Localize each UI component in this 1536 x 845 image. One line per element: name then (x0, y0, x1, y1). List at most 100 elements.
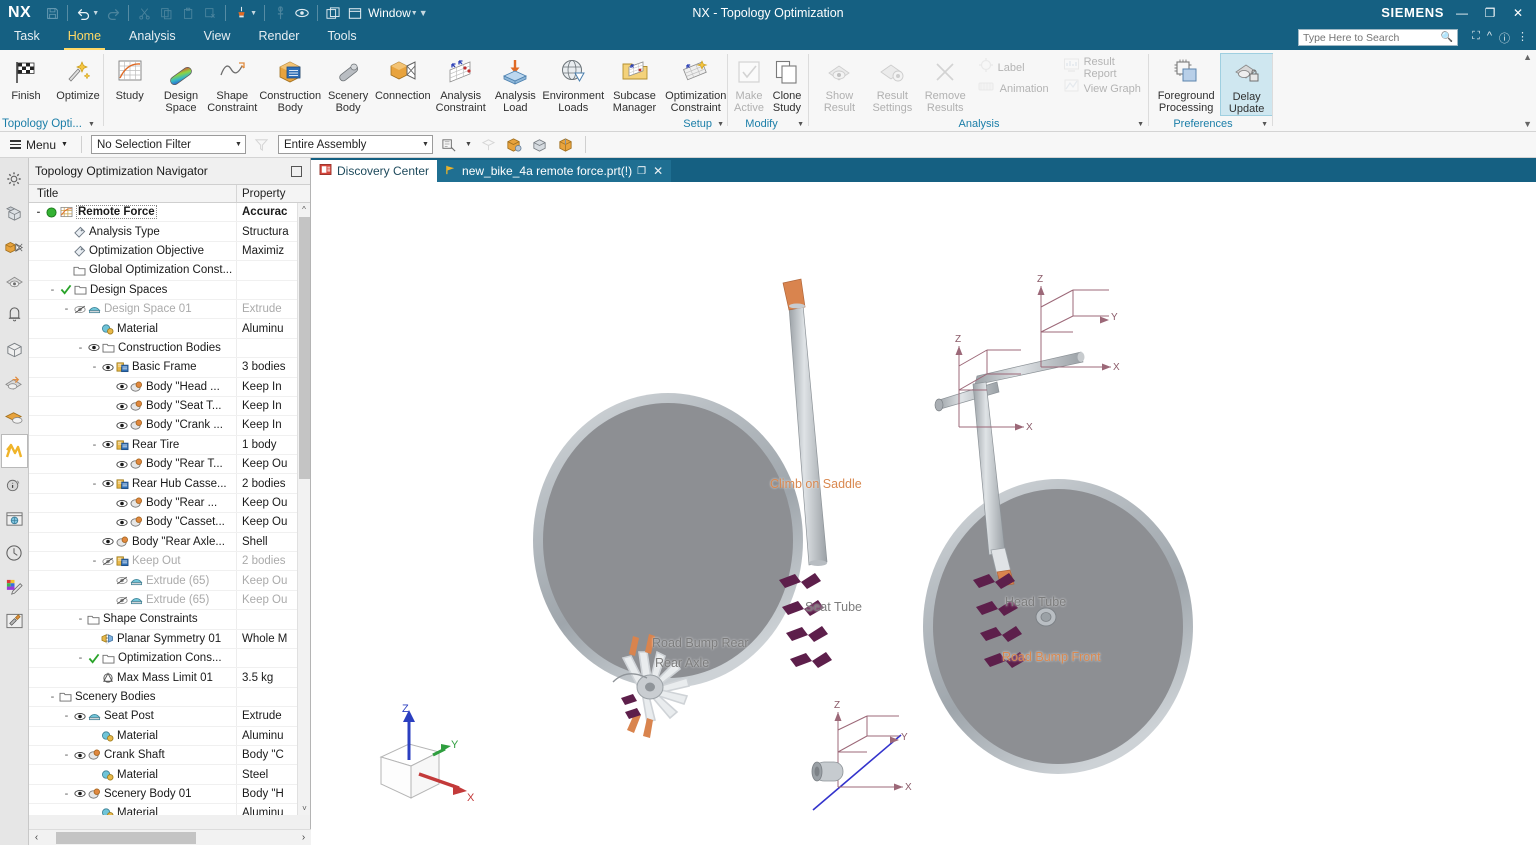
connection-button[interactable]: Connection (374, 53, 432, 102)
customize-tools-icon[interactable] (1, 604, 28, 638)
window-menu-label[interactable]: Window (366, 6, 413, 20)
remove-results-button[interactable]: Remove Results (919, 53, 972, 114)
table-row[interactable]: -Remote ForceAccurac (29, 203, 310, 222)
tree-item-title-cell[interactable]: -Rear Tire (29, 436, 237, 454)
document-restore-icon[interactable]: ❐ (637, 166, 646, 177)
pin-icon[interactable] (269, 2, 291, 24)
arrange-windows-icon[interactable] (322, 2, 344, 24)
table-row[interactable]: Body "Casset...Keep Ou (29, 513, 310, 532)
ribbon-collapse-up-icon[interactable]: ▲ (1523, 52, 1532, 62)
scroll-left-icon[interactable]: ‹ (29, 832, 44, 843)
tree-item-title-cell[interactable]: Body "Crank ... (29, 416, 237, 434)
tree-item-title-cell[interactable]: Body "Rear T... (29, 455, 237, 473)
eye-icon[interactable] (100, 479, 115, 488)
help-icon[interactable]: ⓘ (1499, 30, 1510, 46)
scope-combo[interactable]: Entire Assembly ▼ (278, 135, 433, 154)
save-icon[interactable] (41, 2, 63, 24)
simulation-navigator-icon[interactable] (1, 366, 28, 400)
scroll-down-icon[interactable]: ˅ (298, 802, 310, 815)
table-row[interactable]: -Seat PostExtrude (29, 707, 310, 726)
preferences-group-caret-icon[interactable]: ▼ (1261, 121, 1268, 128)
undo-icon[interactable] (72, 2, 94, 24)
eye-icon[interactable] (114, 499, 129, 508)
table-row[interactable]: Extrude (65)Keep Ou (29, 571, 310, 590)
restore-button[interactable]: ❐ (1476, 0, 1504, 26)
table-row[interactable]: -Crank ShaftBody "C (29, 746, 310, 765)
eye-icon[interactable] (100, 537, 115, 546)
result-settings-button[interactable]: Result Settings (866, 53, 919, 114)
tree-item-title-cell[interactable]: Analysis Type (29, 222, 237, 240)
undo-dropdown-icon[interactable]: ▼ (92, 10, 99, 17)
foreground-processing-button[interactable]: Foreground Processing (1152, 53, 1220, 114)
tree-item-title-cell[interactable]: -Seat Post (29, 707, 237, 725)
tree-expander-icon[interactable]: - (89, 361, 100, 373)
snap-dropdown-icon[interactable]: ▼ (465, 141, 472, 148)
eye-icon[interactable] (72, 712, 87, 721)
table-row[interactable]: Max Mass Limit 013.5 kg (29, 668, 310, 687)
tree-item-title-cell[interactable]: Material (29, 804, 237, 815)
chevron-down-icon[interactable]: ▼ (235, 141, 242, 148)
eye-icon[interactable] (72, 751, 87, 760)
result-report-button[interactable]: Result Report (1061, 57, 1149, 78)
snap-point-icon[interactable] (439, 135, 459, 155)
tree-expander-icon[interactable]: - (47, 284, 58, 296)
pre-post-navigator-icon[interactable] (1, 400, 28, 434)
environment-loads-button[interactable]: Environment Loads (541, 53, 606, 114)
tree-expander-icon[interactable]: - (33, 206, 44, 218)
table-row[interactable]: -Rear Hub Casse...2 bodies (29, 474, 310, 493)
tree-item-title-cell[interactable]: Body "Head ... (29, 378, 237, 396)
table-row[interactable]: -Shape Constraints (29, 610, 310, 629)
3d-canvas[interactable]: Z X Y Z X (311, 182, 1536, 845)
study-button[interactable]: Study (104, 53, 155, 102)
paint-dropdown-icon[interactable]: ▼ (250, 10, 257, 17)
eye-icon[interactable] (100, 363, 115, 372)
delete-icon[interactable] (199, 2, 221, 24)
part-navigator-icon[interactable] (1, 196, 28, 230)
tree-item-title-cell[interactable]: Max Mass Limit 01 (29, 668, 237, 686)
table-row[interactable]: MaterialAluminu (29, 319, 310, 338)
construction-body-button[interactable]: Construction Body (258, 53, 323, 114)
search-box[interactable]: 🔍 (1298, 29, 1458, 46)
delay-update-button[interactable]: Delay Update (1220, 53, 1273, 116)
topology-group-caret-icon[interactable]: ▼ (88, 121, 95, 128)
table-row[interactable]: -Optimization Cons... (29, 649, 310, 668)
table-row[interactable]: MaterialAluminu (29, 804, 310, 815)
analysis-group-caret-icon[interactable]: ▼ (1137, 121, 1144, 128)
shape-constraint-button[interactable]: Shape Constraint (207, 53, 258, 114)
table-row[interactable]: MaterialAluminu (29, 727, 310, 746)
collapse-ribbon-icon[interactable]: ^ (1487, 30, 1492, 46)
table-row[interactable]: -Design Space 01Extrude (29, 300, 310, 319)
close-button[interactable]: ✕ (1504, 0, 1532, 26)
table-row[interactable]: -Scenery Bodies (29, 688, 310, 707)
setup-group-caret-icon[interactable]: ▼ (717, 121, 724, 128)
animation-button[interactable]: Animation (976, 78, 1049, 99)
selection-filter-combo[interactable]: No Selection Filter ▼ (91, 135, 246, 154)
tab-view[interactable]: View (190, 26, 245, 50)
eye-icon[interactable] (100, 440, 115, 449)
modify-group-caret-icon[interactable]: ▼ (797, 121, 804, 128)
tree-item-title-cell[interactable]: -Scenery Bodies (29, 688, 237, 706)
tree-item-title-cell[interactable]: -Rear Hub Casse... (29, 474, 237, 492)
scenery-body-button[interactable]: Scenery Body (322, 53, 373, 114)
table-row[interactable]: Body "Head ...Keep In (29, 378, 310, 397)
paint-icon[interactable] (230, 2, 252, 24)
web-browser-icon[interactable] (1, 502, 28, 536)
make-active-button[interactable]: Make Active (730, 53, 768, 114)
tree-expander-icon[interactable]: - (61, 710, 72, 722)
tree-expander-icon[interactable]: - (89, 555, 100, 567)
tree-expander-icon[interactable]: - (61, 303, 72, 315)
tree-expander-icon[interactable]: - (61, 749, 72, 761)
clone-study-button[interactable]: Clone Study (768, 53, 806, 114)
table-row[interactable]: Body "Seat T...Keep In (29, 397, 310, 416)
contextual-group-label[interactable]: Topology Opti... (2, 118, 82, 130)
search-icon[interactable]: 🔍 (1441, 32, 1453, 43)
menu-button[interactable]: Menu ▼ (6, 138, 72, 152)
table-row[interactable]: Body "Rear ...Keep Ou (29, 494, 310, 513)
tab-home[interactable]: Home (54, 26, 115, 50)
tree-item-title-cell[interactable]: -Design Space 01 (29, 300, 237, 318)
part-box-icon[interactable] (1, 332, 28, 366)
constraint-navigator-icon[interactable] (1, 264, 28, 298)
tree-expander-icon[interactable]: - (89, 478, 100, 490)
tree-item-title-cell[interactable]: -Keep Out (29, 552, 237, 570)
navigator-tree[interactable]: -Remote ForceAccuracAnalysis TypeStructu… (29, 203, 310, 815)
